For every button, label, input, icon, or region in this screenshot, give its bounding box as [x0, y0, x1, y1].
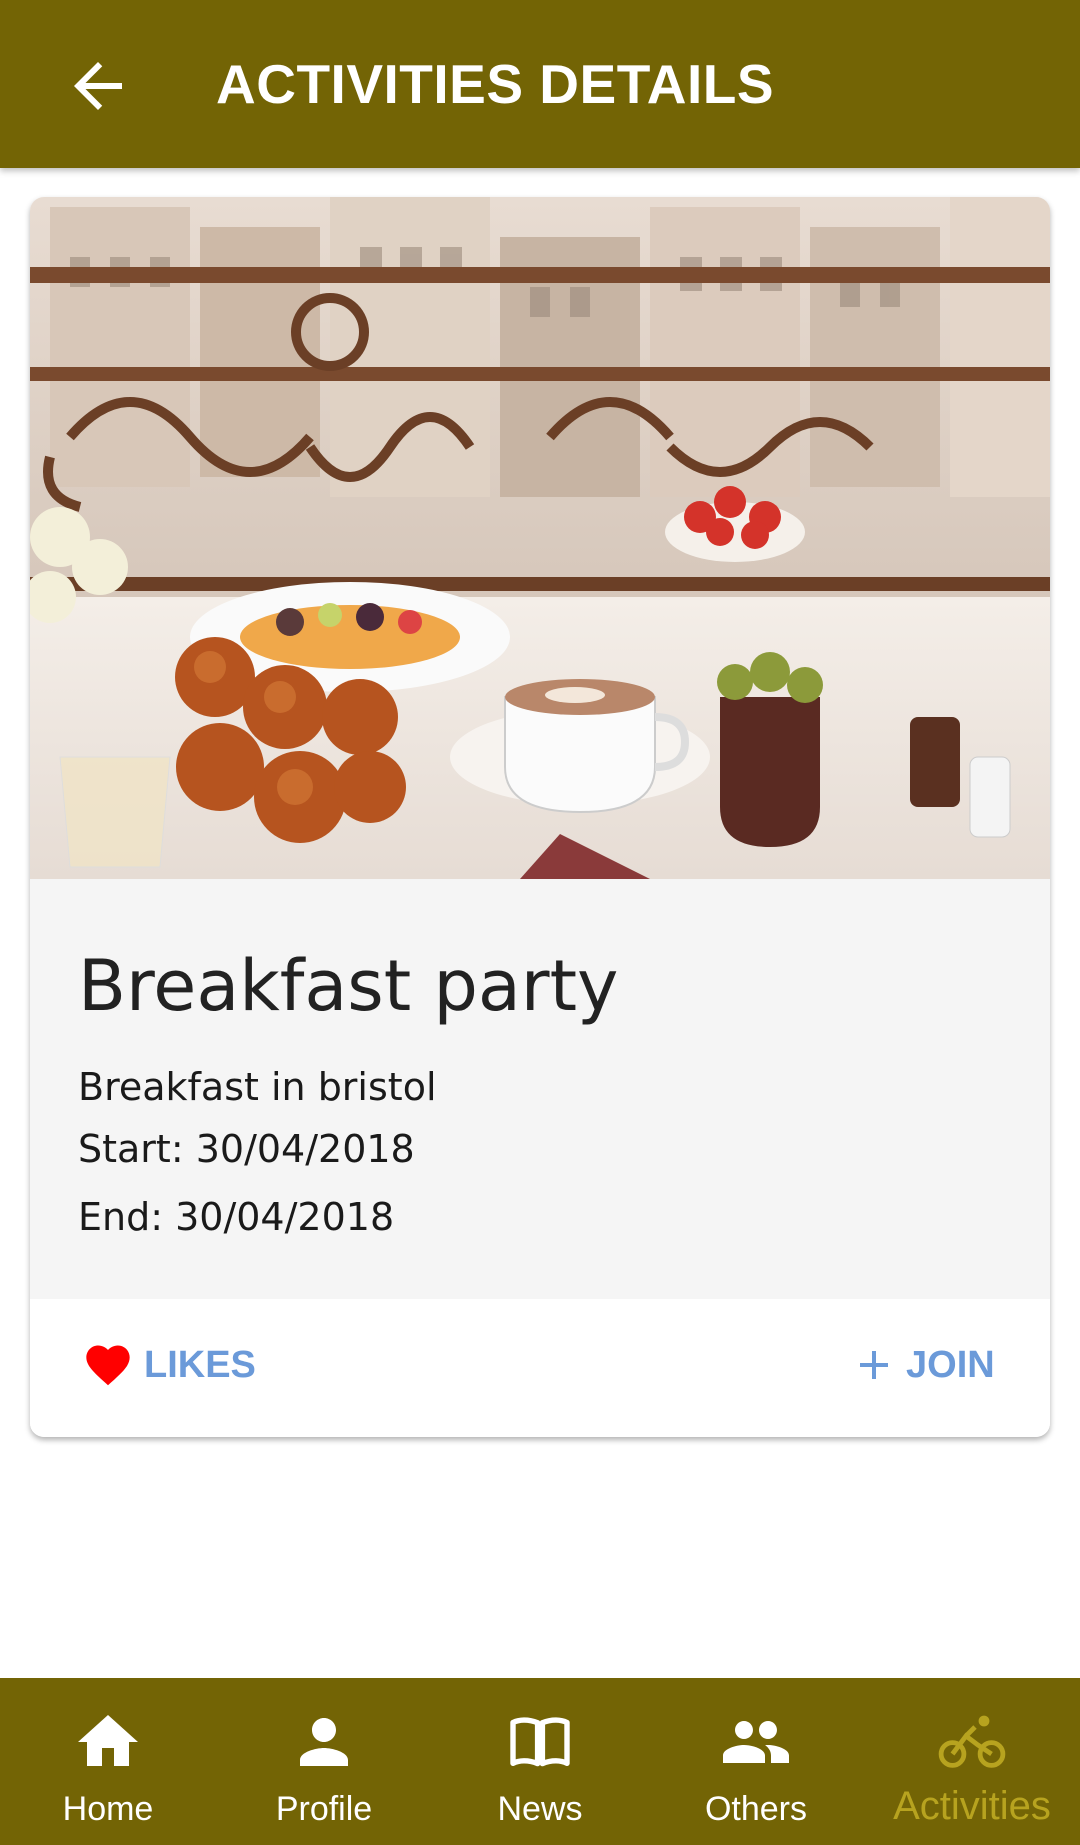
- nav-others-label: Others: [704, 1790, 808, 1828]
- book-icon: [510, 1717, 570, 1767]
- nav-home[interactable]: Home: [0, 1678, 216, 1845]
- people-icon: [723, 1721, 789, 1763]
- join-label: JOIN: [906, 1343, 995, 1386]
- activity-start-date: Start: 30/04/2018: [78, 1127, 415, 1171]
- nav-profile-label: Profile: [275, 1790, 373, 1828]
- home-icon: [78, 1715, 138, 1766]
- card-actions: LIKES JOIN: [30, 1299, 1050, 1437]
- nav-news-label: News: [497, 1790, 583, 1828]
- activity-card: Breakfast party Breakfast in bristol Sta…: [30, 197, 1050, 1437]
- activity-end-date: End: 30/04/2018: [78, 1195, 395, 1239]
- nav-others[interactable]: Others: [648, 1678, 864, 1845]
- person-icon: [300, 1718, 348, 1766]
- plus-icon: [860, 1351, 888, 1379]
- likes-button[interactable]: LIKES: [82, 1335, 256, 1395]
- page-title: ACTIVITIES DETAILS: [216, 53, 775, 115]
- activity-image: [30, 197, 1050, 879]
- app-bar: ACTIVITIES DETAILS: [0, 0, 1080, 168]
- bottom-navigation: Home Profile News Others Activities: [0, 1678, 1080, 1845]
- likes-label: LIKES: [144, 1343, 256, 1386]
- activity-title: Breakfast party: [78, 945, 619, 1027]
- nav-home-label: Home: [62, 1790, 154, 1828]
- arrow-left-icon: [74, 62, 122, 110]
- nav-profile[interactable]: Profile: [216, 1678, 432, 1845]
- nav-news[interactable]: News: [432, 1678, 648, 1845]
- join-button[interactable]: JOIN: [850, 1335, 995, 1395]
- back-button[interactable]: [62, 50, 134, 122]
- nav-activities-label: Activities: [893, 1784, 1051, 1828]
- nav-activities[interactable]: Activities: [864, 1678, 1080, 1845]
- bike-icon: [938, 1715, 1006, 1768]
- activity-description: Breakfast in bristol: [78, 1065, 437, 1109]
- heart-icon: [86, 1345, 130, 1386]
